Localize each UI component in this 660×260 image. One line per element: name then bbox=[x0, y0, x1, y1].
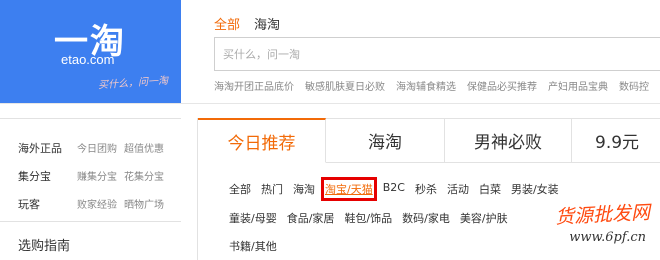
sidebar-sub-link[interactable]: 赚集分宝 bbox=[77, 168, 117, 183]
tab-must-buy[interactable]: 男神必败 bbox=[445, 119, 572, 163]
filter-link[interactable]: 书籍/其他 bbox=[229, 238, 277, 254]
sidebar-row: 集分宝 赚集分宝 花集分宝 bbox=[18, 168, 171, 184]
sidebar-top-divider bbox=[0, 118, 181, 119]
tab-haitao[interactable]: 海淘 bbox=[326, 119, 445, 163]
hot-keyword[interactable]: 海淘开团正品底价 bbox=[214, 78, 294, 93]
filter-link[interactable]: 白菜 bbox=[479, 181, 501, 197]
filter-link[interactable]: 鞋包/饰品 bbox=[344, 210, 392, 226]
sidebar-sub-link[interactable]: 败家经验 bbox=[77, 196, 117, 211]
search-tab-haitao[interactable]: 海淘 bbox=[254, 14, 280, 33]
filter-link[interactable]: 海淘 bbox=[293, 181, 315, 197]
sidebar-sub-link[interactable]: 超值优惠 bbox=[124, 140, 164, 155]
sidebar-category[interactable]: 集分宝 bbox=[18, 168, 77, 184]
sidebar-divider bbox=[0, 221, 181, 222]
hot-keyword[interactable]: 产妇用品宝典 bbox=[548, 78, 608, 93]
search-tab-all[interactable]: 全部 bbox=[214, 14, 240, 33]
tab-9-9[interactable]: 9.9元 bbox=[572, 119, 660, 163]
sidebar-row: 玩客 败家经验 晒物广场 bbox=[18, 196, 171, 212]
logo-domain: etao.com bbox=[61, 52, 115, 67]
filter-link[interactable]: 活动 bbox=[447, 181, 469, 197]
sidebar-row: 海外正品 今日团购 超值优惠 bbox=[18, 140, 171, 156]
sidebar-category[interactable]: 玩客 bbox=[18, 196, 77, 212]
search-input[interactable] bbox=[215, 38, 660, 70]
sidebar-sub-link[interactable]: 花集分宝 bbox=[124, 168, 164, 183]
search-box bbox=[214, 37, 660, 71]
logo-slogan: 买什么，问一淘 bbox=[97, 75, 169, 92]
hot-keyword[interactable]: 保健品必买推荐 bbox=[467, 78, 537, 93]
hot-keyword[interactable]: 海淘辅食精选 bbox=[396, 78, 456, 93]
filter-link-taobao-tmall[interactable]: 淘宝/天猫 bbox=[321, 177, 377, 201]
filter-row: 书籍/其他 bbox=[229, 238, 287, 254]
filter-row: 全部 热门 海淘 淘宝/天猫 B2C 秒杀 活动 白菜 男装/女装 bbox=[229, 177, 569, 201]
watermark-url: www.6pf.cn bbox=[569, 230, 646, 245]
hot-keywords: 海淘开团正品底价 敏感肌肤夏日必败 海淘辅食精选 保健品必买推荐 产妇用品宝典 … bbox=[214, 78, 660, 93]
header-divider bbox=[0, 103, 660, 104]
filter-link[interactable]: B2C bbox=[383, 181, 405, 197]
recommendation-tabs: 今日推荐 海淘 男神必败 9.9元 bbox=[198, 118, 660, 163]
etao-logo[interactable]: 一淘 etao.com 买什么，问一淘 bbox=[0, 0, 181, 103]
watermark-text: 货源批发网 bbox=[554, 201, 651, 229]
tab-today-recommend[interactable]: 今日推荐 bbox=[198, 118, 326, 163]
sidebar-sub-link[interactable]: 今日团购 bbox=[77, 140, 117, 155]
filter-link[interactable]: 热门 bbox=[261, 181, 283, 197]
sidebar-category[interactable]: 海外正品 bbox=[18, 140, 77, 156]
filter-link[interactable]: 食品/家居 bbox=[287, 210, 335, 226]
filter-row: 童装/母婴 食品/家居 鞋包/饰品 数码/家电 美容/护肤 bbox=[229, 210, 518, 226]
filter-link[interactable]: 男装/女装 bbox=[511, 181, 559, 197]
filter-link[interactable]: 童装/母婴 bbox=[229, 210, 277, 226]
filter-link[interactable]: 秒杀 bbox=[415, 181, 437, 197]
filter-link[interactable]: 数码/家电 bbox=[402, 210, 450, 226]
search-scope-tabs: 全部 海淘 bbox=[214, 14, 280, 33]
shopping-guide-heading[interactable]: 选购指南 bbox=[18, 235, 70, 254]
sidebar: 海外正品 今日团购 超值优惠 集分宝 赚集分宝 花集分宝 玩客 败家经验 晒物广… bbox=[0, 118, 181, 260]
sidebar-sub-link[interactable]: 晒物广场 bbox=[124, 196, 164, 211]
filter-link[interactable]: 全部 bbox=[229, 181, 251, 197]
filter-link[interactable]: 美容/护肤 bbox=[460, 210, 508, 226]
hot-keyword[interactable]: 敏感肌肤夏日必败 bbox=[305, 78, 385, 93]
hot-keyword[interactable]: 数码控 bbox=[619, 78, 649, 93]
